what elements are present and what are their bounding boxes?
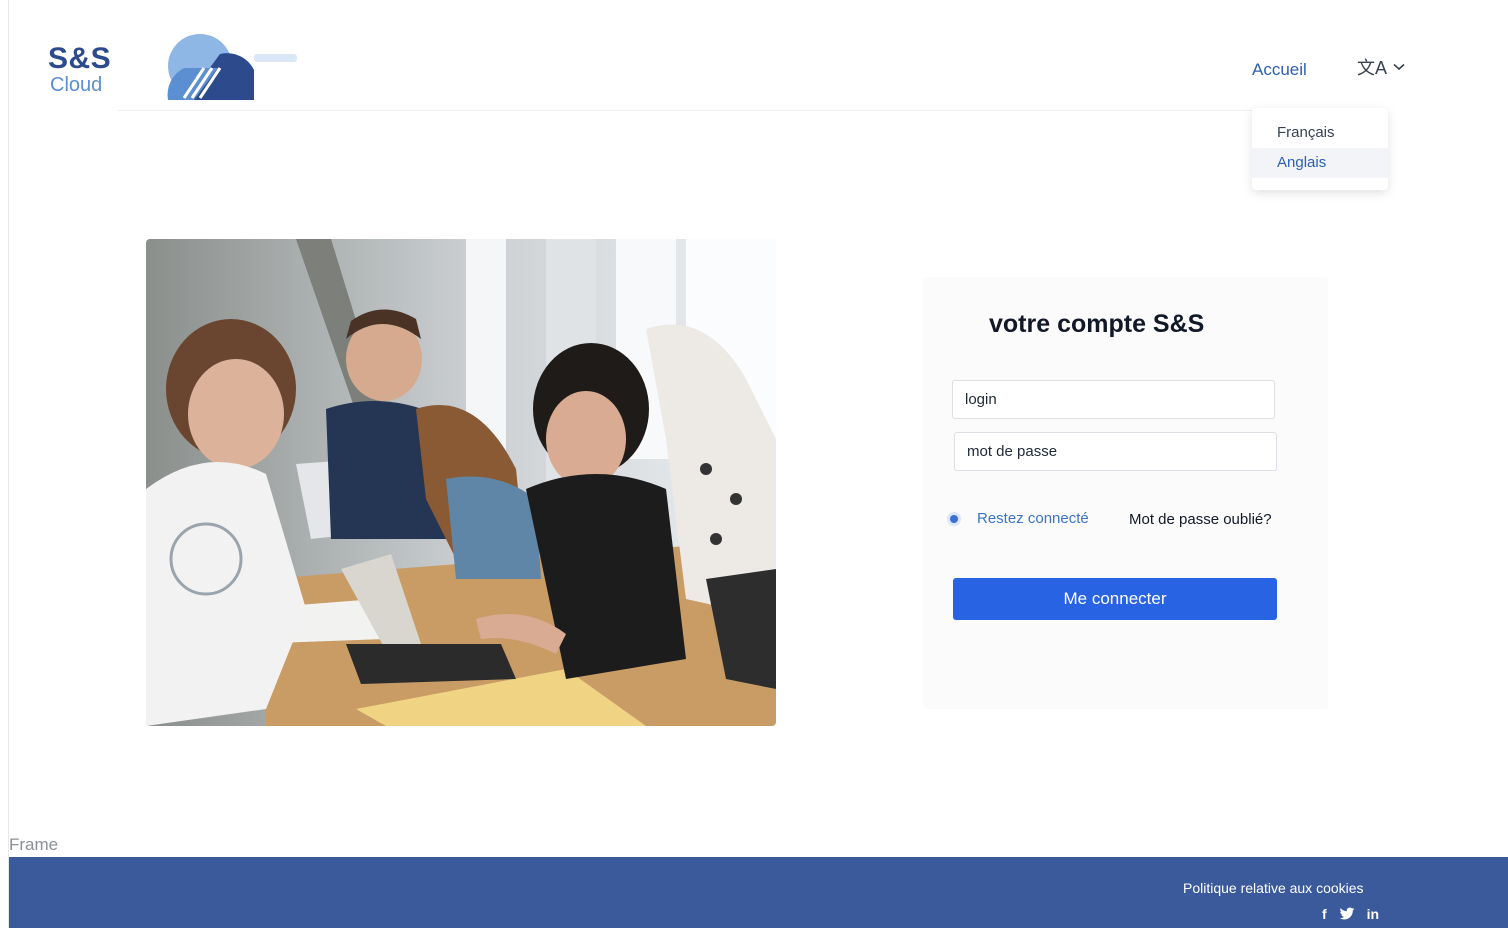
- language-option-french[interactable]: Français: [1252, 118, 1388, 148]
- login-title: votre compte S&S: [989, 310, 1205, 338]
- logo[interactable]: S&S Cloud: [46, 30, 254, 102]
- translate-icon: 文A: [1357, 58, 1388, 78]
- logo-text: S&S: [48, 42, 112, 75]
- forgot-password-link[interactable]: Mot de passe oublié?: [1129, 511, 1272, 528]
- facebook-icon[interactable]: f: [1322, 906, 1327, 922]
- remember-me-radio[interactable]: [947, 511, 961, 526]
- linkedin-icon[interactable]: in: [1367, 906, 1379, 922]
- login-card: [923, 277, 1328, 709]
- login-button[interactable]: Me connecter: [953, 578, 1277, 620]
- nav-home-link[interactable]: Accueil: [1252, 60, 1307, 80]
- chevron-down-icon: [1393, 63, 1405, 71]
- remember-me-toggle[interactable]: Restez connecté: [947, 510, 1089, 527]
- password-input[interactable]: [954, 432, 1277, 471]
- cookie-policy-link[interactable]: Politique relative aux cookies: [1183, 880, 1364, 896]
- language-selector[interactable]: 文A: [1357, 54, 1405, 80]
- twitter-icon[interactable]: [1339, 907, 1355, 921]
- logo-subtext: Cloud: [50, 74, 103, 96]
- frame-label: Frame: [9, 835, 59, 854]
- header-divider: [118, 110, 1358, 111]
- header-placeholder: [254, 54, 297, 62]
- frame-border: [8, 0, 9, 928]
- students-photo: [146, 239, 776, 726]
- remember-me-label: Restez connecté: [977, 510, 1089, 527]
- login-input[interactable]: [952, 380, 1275, 419]
- cloud-logo-icon: [167, 34, 254, 100]
- language-dropdown: Français Anglais: [1252, 108, 1388, 190]
- social-links: f in: [1322, 906, 1379, 922]
- language-option-english[interactable]: Anglais: [1252, 148, 1388, 178]
